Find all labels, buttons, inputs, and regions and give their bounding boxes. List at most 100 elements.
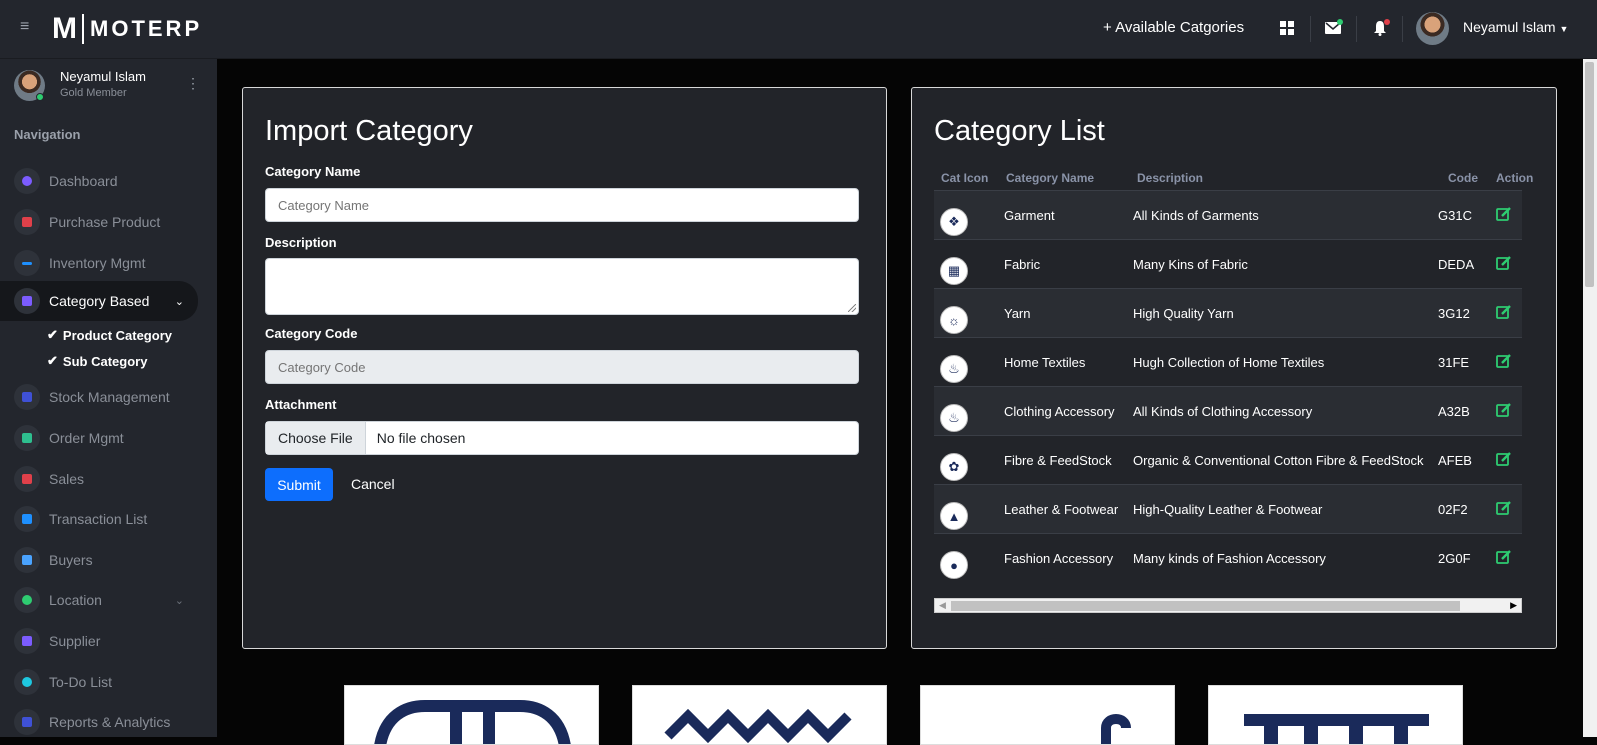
edit-icon[interactable]	[1496, 255, 1512, 271]
globe-icon	[14, 587, 40, 613]
edit-icon[interactable]	[1496, 549, 1512, 565]
sidebar-item-dashboard[interactable]: Dashboard	[0, 162, 198, 200]
sidebar-user-name: Neyamul Islam	[60, 69, 146, 84]
sidebar-item-reports[interactable]: Reports & Analytics	[0, 703, 198, 741]
factory-icon	[14, 628, 40, 654]
scroll-left-arrow-icon[interactable]: ◀	[939, 600, 946, 611]
sidebar-item-buyers[interactable]: Buyers	[0, 541, 198, 579]
category-tile[interactable]	[1208, 685, 1463, 745]
submit-button[interactable]: Submit	[265, 468, 333, 501]
kebab-menu-icon[interactable]: ⋮	[186, 75, 200, 92]
app-logo[interactable]: M MOTERP	[52, 14, 202, 44]
user-name: Neyamul Islam	[1463, 19, 1556, 35]
column-header[interactable]: Category Name	[1006, 171, 1094, 185]
nav-icon-glyph	[22, 677, 32, 687]
edit-icon[interactable]	[1496, 206, 1512, 222]
sidebar-item-label: Stock Management	[49, 389, 170, 405]
menu-toggle-icon[interactable]: ≡	[20, 18, 29, 36]
garment-illustration-icon	[374, 700, 571, 744]
category-tile[interactable]	[920, 685, 1175, 745]
cell-code: AFEB	[1438, 453, 1472, 468]
sidebar-item-label: Supplier	[49, 633, 101, 649]
cell-description: Organic & Conventional Cotton Fibre & Fe…	[1133, 453, 1424, 468]
sidebar-item-label: Transaction List	[49, 511, 148, 527]
sidebar-item-location[interactable]: Location ⌄	[0, 581, 198, 619]
cancel-button[interactable]: Cancel	[351, 476, 395, 492]
sidebar-subitem-product-category[interactable]: ✔ Product Category	[47, 327, 172, 343]
online-status-dot	[36, 93, 44, 101]
edit-icon[interactable]	[1496, 304, 1512, 320]
checklist-icon	[14, 288, 40, 314]
sidebar-subitem-sub-category[interactable]: ✔ Sub Category	[47, 353, 147, 369]
cell-category-name: Fashion Accessory	[1004, 551, 1114, 566]
table-row: ▲ Leather & Footwear High-Quality Leather …	[934, 484, 1522, 533]
user-menu[interactable]: Neyamul Islam ▼	[1463, 19, 1568, 35]
nav-icon-glyph	[22, 392, 32, 402]
column-header[interactable]: Cat Icon	[941, 171, 988, 185]
cell-description: All Kinds of Garments	[1133, 208, 1259, 223]
sidebar-item-transaction-list[interactable]: Transaction List	[0, 500, 198, 538]
yarn-icon: ☼	[940, 306, 968, 334]
check-circle-icon	[14, 669, 40, 695]
apps-grid-icon[interactable]	[1276, 17, 1298, 39]
toolbar-divider	[1356, 16, 1357, 42]
resize-grip-icon[interactable]	[848, 304, 856, 312]
garment-icon: ❖	[940, 208, 968, 236]
logo-divider	[82, 14, 84, 44]
cell-description: Many kinds of Fashion Accessory	[1133, 551, 1326, 566]
choose-file-button[interactable]: Choose File	[266, 422, 366, 454]
edit-icon[interactable]	[1496, 451, 1512, 467]
attachment-file-input[interactable]: Choose File No file chosen	[265, 421, 859, 455]
column-header[interactable]: Description	[1137, 171, 1203, 185]
chevron-down-icon: ⌄	[174, 594, 184, 607]
logo-text: MOTERP	[90, 16, 203, 41]
page-scrollbar-thumb[interactable]	[1585, 62, 1594, 287]
sidebar-item-label: Buyers	[49, 552, 93, 568]
attachment-label: Attachment	[265, 397, 337, 412]
edit-icon[interactable]	[1496, 402, 1512, 418]
cell-description: Hugh Collection of Home Textiles	[1133, 355, 1325, 370]
cell-code: A32B	[1438, 404, 1470, 419]
scroll-right-arrow-icon[interactable]: ▶	[1510, 600, 1517, 611]
sidebar-item-todo-list[interactable]: To-Do List	[0, 663, 198, 701]
double-check-icon: ✔	[47, 353, 58, 368]
minus-icon	[14, 250, 40, 276]
sidebar-item-sales[interactable]: Sales	[0, 460, 198, 498]
bar-chart-icon	[14, 466, 40, 492]
sidebar-user-role: Gold Member	[60, 87, 127, 99]
category-name-input[interactable]	[265, 188, 859, 222]
category-tile[interactable]	[344, 685, 599, 745]
nav-icon-glyph	[22, 595, 32, 605]
scrollbar-thumb[interactable]	[951, 601, 1460, 611]
available-categories-link[interactable]: + Available Catgories	[1103, 19, 1244, 36]
column-header[interactable]: Code	[1448, 171, 1478, 185]
nav-icon-glyph	[22, 636, 32, 646]
cell-category-name: Fabric	[1004, 257, 1041, 272]
category-tile[interactable]	[632, 685, 887, 745]
column-header[interactable]: Action	[1496, 171, 1533, 185]
description-textarea[interactable]	[265, 258, 859, 315]
sidebar-item-supplier[interactable]: Supplier	[0, 622, 198, 660]
category-code-input[interactable]	[265, 350, 859, 384]
notification-dot	[1384, 19, 1390, 25]
nav-icon-glyph	[22, 217, 32, 227]
sidebar-item-purchase-product[interactable]: Purchase Product	[0, 203, 198, 241]
edit-icon[interactable]	[1496, 353, 1512, 369]
description-label: Description	[265, 235, 337, 250]
report-icon	[14, 709, 40, 735]
category-list-card: Category List Cat Icon Category Name Des…	[911, 87, 1557, 649]
cell-category-name: Home Textiles	[1004, 355, 1086, 370]
sidebar-item-label: Sales	[49, 471, 85, 487]
sidebar: Neyamul Islam Gold Member ⋮ Navigation D…	[0, 59, 217, 737]
copy-icon	[14, 384, 40, 410]
avatar[interactable]	[1416, 12, 1449, 45]
category-name-label: Category Name	[265, 164, 361, 179]
edit-icon[interactable]	[1496, 500, 1512, 516]
yarn-illustration-icon	[1101, 714, 1131, 744]
sidebar-item-stock-management[interactable]: Stock Management	[0, 378, 198, 416]
table-horizontal-scrollbar[interactable]: ◀ ▶	[934, 598, 1522, 613]
sidebar-item-order-mgmt[interactable]: Order Mgmt	[0, 419, 198, 457]
sidebar-item-inventory[interactable]: Inventory Mgmt	[0, 244, 198, 282]
sidebar-item-category-based[interactable]: Category Based ⌄	[0, 281, 198, 321]
table-row: ♨ Clothing Accessory All Kinds of Clothing…	[934, 386, 1522, 435]
